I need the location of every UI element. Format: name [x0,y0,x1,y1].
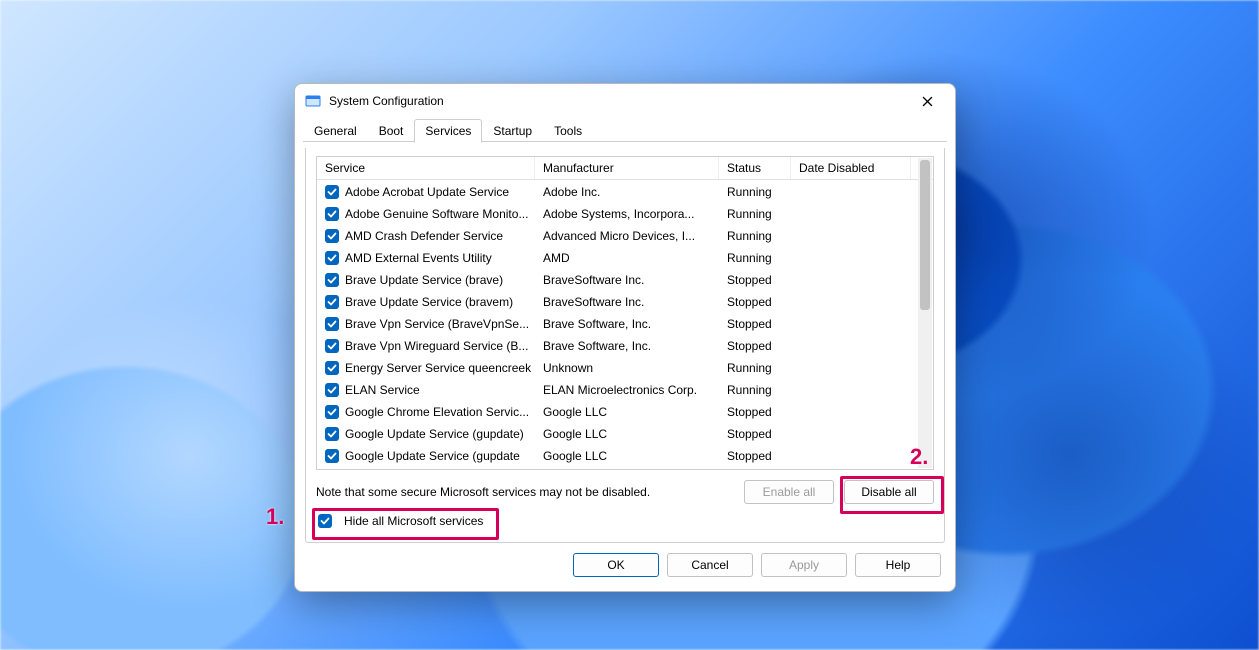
service-row[interactable]: Brave Update Service (bravem) BraveSoftwa… [317,291,917,313]
service-row[interactable]: AMD Crash Defender Service Advanced Micro… [317,225,917,247]
service-checkbox[interactable] [325,449,339,463]
service-manufacturer: ELAN Microelectronics Corp. [535,383,719,397]
service-manufacturer: Google LLC [535,427,719,441]
service-status: Stopped [719,317,791,331]
tab-startup[interactable]: Startup [482,119,543,142]
close-button[interactable] [905,86,949,116]
services-list[interactable]: Service Manufacturer Status Date Disable… [316,156,934,470]
tab-services[interactable]: Services [414,119,482,143]
service-row[interactable]: Google Update Service (gupdate) Google LL… [317,423,917,445]
service-manufacturer: Google LLC [535,405,719,419]
annotation-2: 2. [910,446,928,468]
service-row[interactable]: Brave Vpn Wireguard Service (B... Brave S… [317,335,917,357]
service-status: Stopped [719,273,791,287]
service-status: Running [719,361,791,375]
checkbox-icon [318,514,332,528]
service-name: AMD External Events Utility [345,251,492,265]
col-manufacturer[interactable]: Manufacturer [535,157,719,179]
service-name: AMD Crash Defender Service [345,229,503,243]
service-status: Running [719,207,791,221]
service-checkbox[interactable] [325,295,339,309]
scrollbar[interactable] [918,158,932,468]
service-checkbox[interactable] [325,339,339,353]
col-service[interactable]: Service [317,157,535,179]
service-checkbox[interactable] [325,383,339,397]
service-name: Brave Vpn Wireguard Service (B... [345,339,528,353]
service-status: Running [719,383,791,397]
service-row[interactable]: ELAN Service ELAN Microelectronics Corp.R… [317,379,917,401]
apply-button[interactable]: Apply [761,553,847,577]
service-row[interactable]: Adobe Genuine Software Monito... Adobe Sy… [317,203,917,225]
close-icon [922,96,933,107]
service-status: Stopped [719,295,791,309]
enable-all-button[interactable]: Enable all [744,480,834,504]
service-checkbox[interactable] [325,405,339,419]
col-status[interactable]: Status [719,157,791,179]
service-checkbox[interactable] [325,317,339,331]
service-row[interactable]: Energy Server Service queencreek UnknownR… [317,357,917,379]
tab-tools[interactable]: Tools [543,119,593,142]
note-text: Note that some secure Microsoft services… [316,485,734,499]
service-manufacturer: Brave Software, Inc. [535,317,719,331]
ok-button[interactable]: OK [573,553,659,577]
service-manufacturer: Adobe Inc. [535,185,719,199]
service-manufacturer: BraveSoftware Inc. [535,273,719,287]
tab-bar: General Boot Services Startup Tools [295,118,955,142]
services-panel: Service Manufacturer Status Date Disable… [305,148,945,543]
service-checkbox[interactable] [325,361,339,375]
service-name: Brave Update Service (brave) [345,273,503,287]
service-row[interactable]: Google Chrome Elevation Servic... Google … [317,401,917,423]
service-name: Brave Vpn Service (BraveVpnSe... [345,317,529,331]
service-manufacturer: BraveSoftware Inc. [535,295,719,309]
service-row[interactable]: AMD External Events Utility AMDRunning [317,247,917,269]
tab-boot[interactable]: Boot [368,119,415,142]
service-status: Stopped [719,339,791,353]
service-status: Stopped [719,449,791,463]
service-checkbox[interactable] [325,427,339,441]
service-name: Energy Server Service queencreek [345,361,531,375]
window-title: System Configuration [329,94,444,108]
service-name: Adobe Acrobat Update Service [345,185,509,199]
service-row[interactable]: Google Update Service (gupdate Google LLC… [317,445,917,467]
tab-general[interactable]: General [303,119,368,142]
service-row[interactable]: Brave Vpn Service (BraveVpnSe... Brave So… [317,313,917,335]
service-status: Running [719,251,791,265]
col-date-disabled[interactable]: Date Disabled [791,157,911,179]
hide-microsoft-services-checkbox[interactable]: Hide all Microsoft services [316,512,489,530]
scrollbar-thumb[interactable] [920,160,930,310]
service-checkbox[interactable] [325,273,339,287]
service-checkbox[interactable] [325,207,339,221]
dialog-actions: OK Cancel Apply Help [295,543,955,591]
help-button[interactable]: Help [855,553,941,577]
service-name: Google Update Service (gupdate) [345,427,524,441]
service-manufacturer: Unknown [535,361,719,375]
services-header[interactable]: Service Manufacturer Status Date Disable… [317,157,933,180]
service-row[interactable]: Brave Update Service (brave) BraveSoftwar… [317,269,917,291]
cancel-button[interactable]: Cancel [667,553,753,577]
service-name: Google Chrome Elevation Servic... [345,405,529,419]
service-manufacturer: Adobe Systems, Incorpora... [535,207,719,221]
service-checkbox[interactable] [325,229,339,243]
service-status: Running [719,229,791,243]
service-checkbox[interactable] [325,185,339,199]
annotation-1: 1. [266,506,284,528]
service-manufacturer: Google LLC [535,449,719,463]
service-manufacturer: Brave Software, Inc. [535,339,719,353]
service-name: Brave Update Service (bravem) [345,295,513,309]
service-checkbox[interactable] [325,251,339,265]
disable-all-button[interactable]: Disable all [844,480,934,504]
service-status: Running [719,185,791,199]
service-manufacturer: AMD [535,251,719,265]
app-icon [305,93,321,109]
service-row[interactable]: Adobe Acrobat Update Service Adobe Inc.Ru… [317,181,917,203]
service-name: ELAN Service [345,383,420,397]
titlebar[interactable]: System Configuration [295,84,955,118]
service-status: Stopped [719,405,791,419]
service-name: Adobe Genuine Software Monito... [345,207,528,221]
service-status: Stopped [719,427,791,441]
hide-microsoft-services-label: Hide all Microsoft services [344,514,483,528]
system-configuration-window: System Configuration General Boot Servic… [294,83,956,592]
service-name: Google Update Service (gupdate [345,449,520,463]
service-manufacturer: Advanced Micro Devices, I... [535,229,719,243]
